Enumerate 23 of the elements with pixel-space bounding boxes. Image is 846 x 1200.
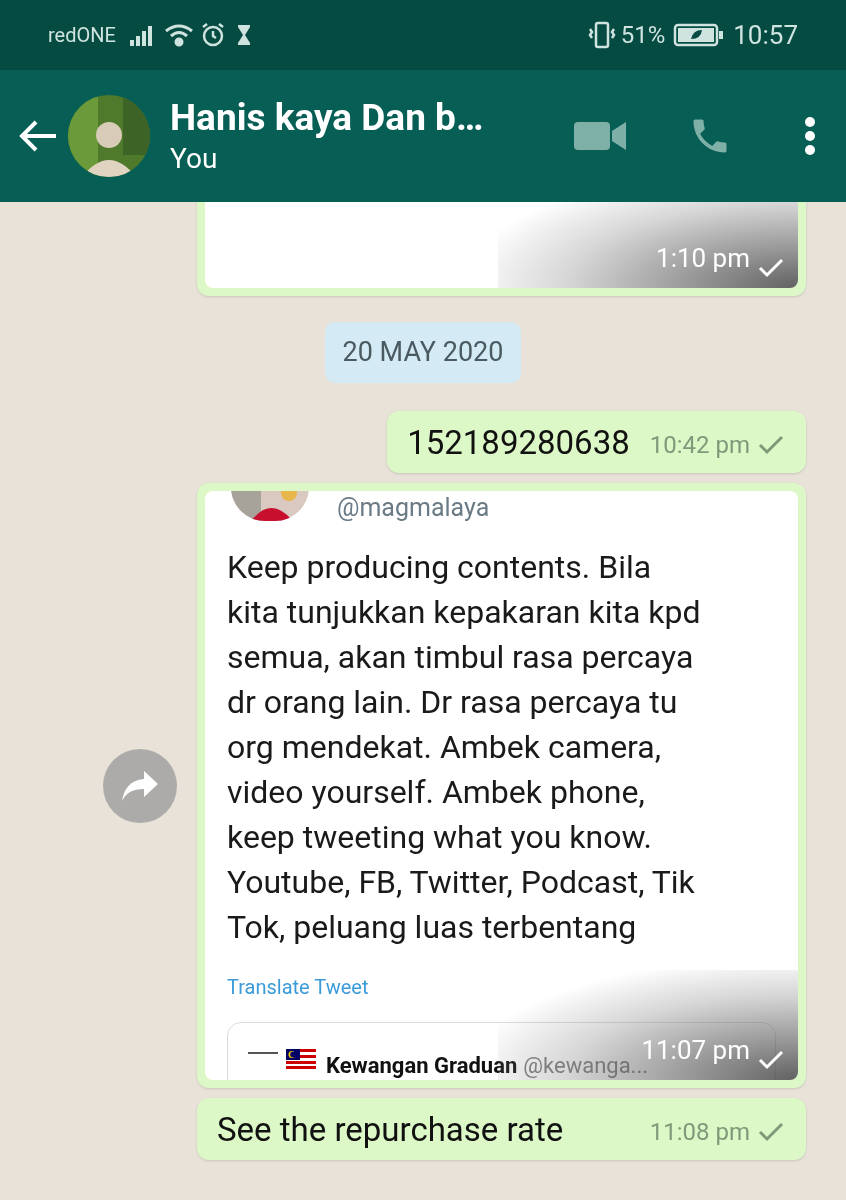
- message-text: 152189280638: [407, 421, 630, 464]
- hourglass-icon: [235, 23, 252, 47]
- carrier-name: redONE: [48, 22, 116, 49]
- back-arrow-icon[interactable]: [18, 119, 58, 153]
- share-arrow-icon: [122, 770, 158, 801]
- tweet-text: Keep producing contents. Bila kita tunjukkan kepakaran kita kpd semua, akan timbul rasa percaya dr orang lain. Dr rasa percaya tu org mendekat. Ambek camera, video yourself. Ambek phone, keep tweeting what you know. Youtube, FB, Twitter, Podcast, Tik Tok, peluang luas terbentang: [227, 546, 702, 948]
- wifi-icon: [163, 23, 194, 47]
- message-text: See the repurchase rate: [217, 1108, 564, 1151]
- vibrate-icon: [586, 21, 617, 49]
- clock-time: 10:57: [733, 18, 798, 52]
- flag-icon: [286, 1048, 316, 1069]
- tweet-handle: @magmalaya: [337, 492, 490, 523]
- message-time: 10:42 pm: [649, 429, 750, 461]
- date-label: 20 MAY 2020: [324, 322, 522, 383]
- quoted-author-name: Kewangan Graduan: [326, 1051, 518, 1080]
- chat-subtitle: You: [170, 141, 219, 177]
- battery-icon: [673, 23, 726, 47]
- more-options-icon[interactable]: [804, 116, 816, 156]
- message-time: 1:10 pm: [656, 242, 750, 275]
- video-call-icon[interactable]: [574, 120, 626, 152]
- chat-title[interactable]: Hanis kaya Dan b…: [170, 95, 550, 141]
- battery-percent: 51%: [620, 20, 666, 51]
- message-time: 11:08 pm: [649, 1116, 750, 1148]
